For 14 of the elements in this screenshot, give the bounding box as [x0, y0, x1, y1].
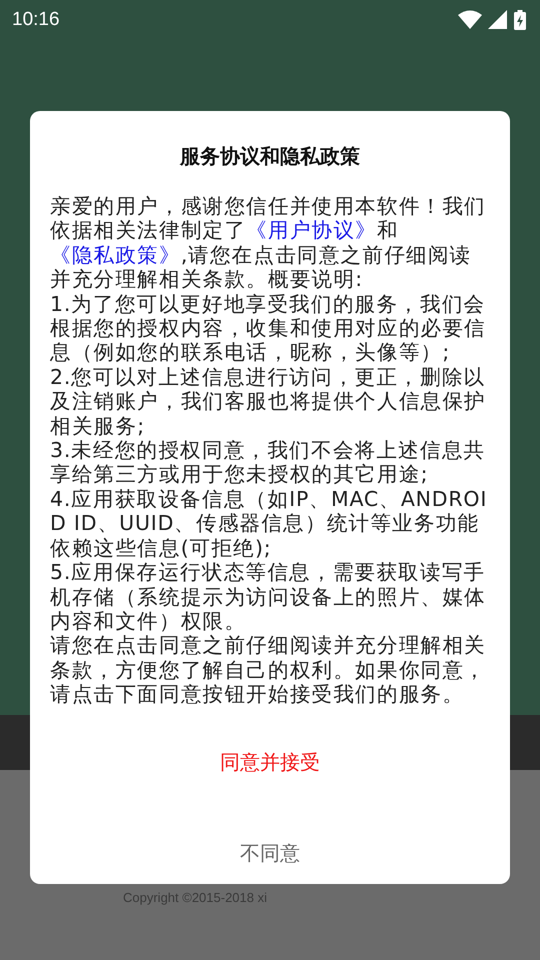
signal-icon [488, 10, 508, 30]
summary-item: 5.应用保存运行状态等信息，需要获取读写手机存储（系统提示为访问设备上的照片、媒体内容和文件）权限。 [50, 560, 487, 634]
closing-paragraph: 请您在点击同意之前仔细阅读并充分理解相关条款，方便您了解自己的权利。如果你同意，请点击下面同意按钮开始接受我们的服务。 [50, 633, 487, 707]
summary-item: 4.应用获取设备信息（如IP、MAC、ANDROID ID、UUID、传感器信息）统计等业务功能依赖这些信息(可拒绝); [50, 486, 488, 560]
dialog-title: 服务协议和隐私政策 [178, 143, 361, 170]
summary-item: 3.未经您的授权同意，我们不会将上述信息共享给第三方或用于您未授权的其它用途; [50, 438, 486, 487]
battery-icon [514, 10, 526, 30]
intro-paragraph: 亲爱的用户，感谢您信任并使用本软件！我们依据相关法律制定了《用户协议》和 《隐私政策》,请您在点击同意之前仔细阅读并充分理解相关条款。概要说明: [50, 194, 487, 292]
summary-item: 2.您可以对上述信息进行访问，更正，删除以及注销账户，我们客服也将提供个人信息保护相关服务; [50, 364, 487, 438]
policy-link[interactable]: 《隐私政策》 [50, 242, 181, 267]
policy-link[interactable]: 《用户协议》 [246, 218, 378, 242]
status-time: 10:16 [12, 9, 60, 31]
summary-item: 1.为了您可以更好地享受我们的服务，我们会根据您的授权内容，收集和使用对应的必要信息（例如您的联系电话，昵称，头像等）; [50, 292, 487, 365]
wifi-icon [458, 10, 482, 30]
